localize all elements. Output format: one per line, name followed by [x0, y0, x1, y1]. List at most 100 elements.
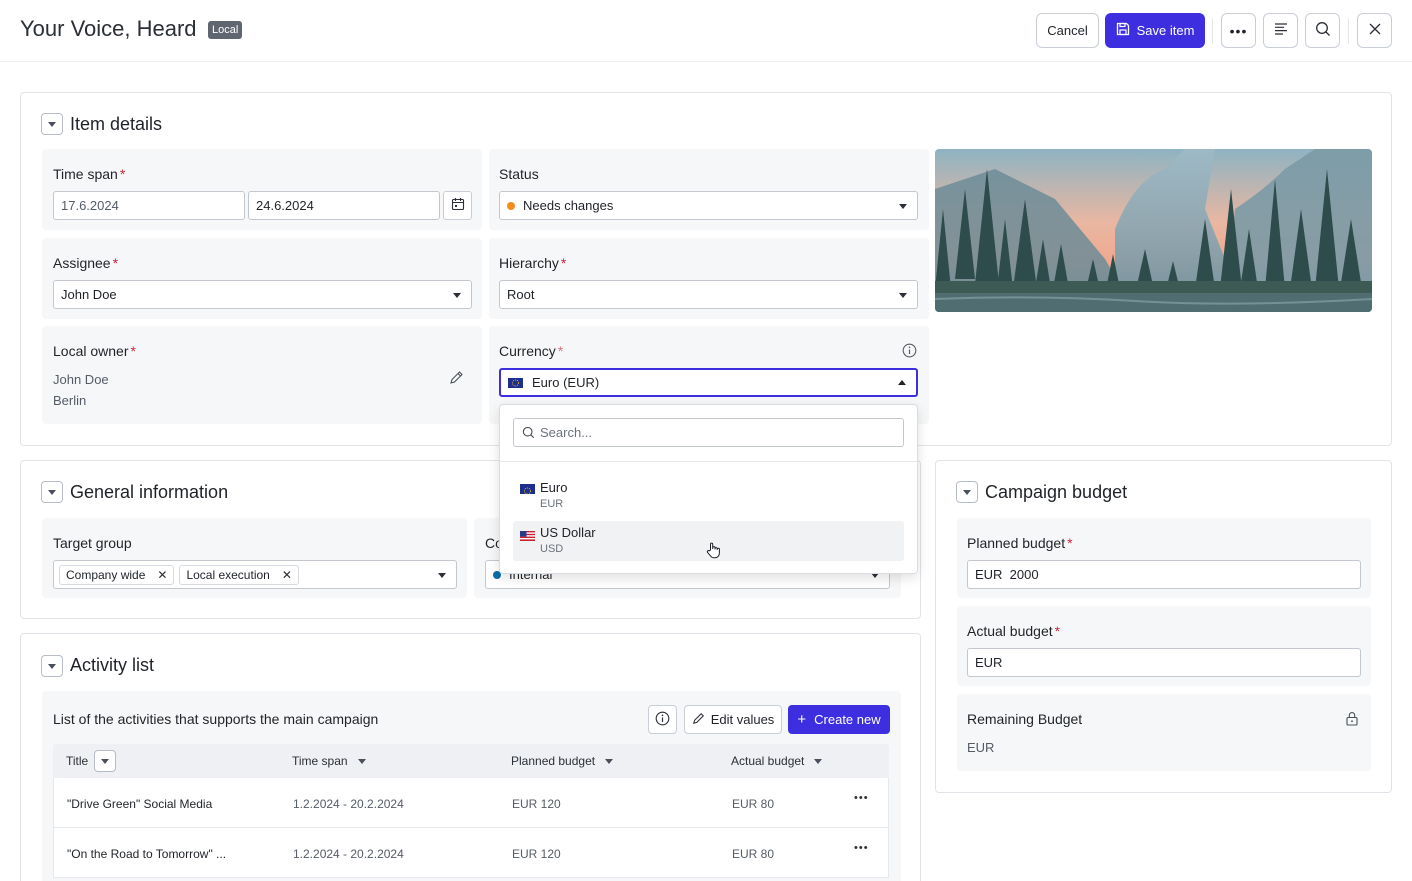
campaign-budget-title: Campaign budget [985, 482, 1128, 502]
remove-tag-icon[interactable]: ✕ [282, 568, 292, 582]
chevron-down-icon [48, 663, 56, 669]
row-title: "On the Road to Tomorrow" ... [67, 847, 227, 861]
more-options-button[interactable]: ••• [1221, 13, 1256, 48]
eu-flag-icon [520, 484, 535, 495]
remaining-budget-label: Remaining Budget [967, 711, 1083, 727]
end-date-value: 24.6.2024 [256, 198, 314, 213]
required-marker: * [557, 343, 564, 359]
start-date-value: 17.6.2024 [61, 198, 119, 213]
chevron-down-icon [899, 293, 907, 298]
close-button[interactable] [1357, 13, 1392, 48]
text-align-icon [1274, 23, 1288, 38]
item-details-toggle[interactable] [41, 113, 63, 135]
local-owner-card: Local owner * John Doe Berlin [42, 326, 482, 424]
assignee-label: Assignee * [53, 255, 119, 271]
calendar-button[interactable] [443, 191, 472, 220]
end-date-input[interactable]: 24.6.2024 [248, 191, 440, 220]
currency-dropdown: Search... Euro EUR US Dollar USD [499, 404, 918, 574]
row-more-button[interactable]: ••• [854, 792, 869, 804]
item-details-title: Item details [70, 114, 163, 134]
column-header-actual-budget[interactable]: Actual budget [731, 754, 823, 768]
status-select[interactable]: Needs changes [499, 191, 918, 220]
currency-label: Currency * [499, 343, 564, 359]
assignee-select[interactable]: John Doe [53, 280, 472, 309]
more-horizontal-icon: ••• [854, 792, 869, 804]
calendar-icon [451, 197, 465, 214]
currency-info-button[interactable] [902, 343, 918, 359]
chevron-down-icon [48, 121, 56, 127]
remaining-budget-value: EUR [967, 740, 995, 755]
row-planned-budget: EUR 120 [512, 797, 561, 811]
required-marker: * [1054, 623, 1061, 639]
target-group-label: Target group [53, 535, 132, 551]
title-column-menu-button[interactable] [94, 750, 116, 772]
row-more-button[interactable]: ••• [854, 842, 869, 854]
row-actual-budget: EUR 80 [732, 797, 775, 811]
chevron-down-icon [101, 758, 109, 764]
remove-tag-icon[interactable]: ✕ [157, 568, 167, 582]
sort-icon [605, 759, 614, 765]
info-icon [902, 343, 917, 361]
local-badge: Local [208, 21, 243, 39]
currency-value: Euro (EUR) [532, 375, 600, 390]
currency-search-placeholder: Search... [540, 425, 593, 440]
status-dot [507, 201, 515, 210]
planned-budget-input[interactable]: EUR 2000 [967, 560, 1361, 589]
target-group-card: Target group Company wide ✕ Local executi… [42, 518, 467, 598]
general-information-toggle[interactable] [41, 481, 63, 503]
column-header-planned-budget[interactable]: Planned budget [511, 754, 614, 768]
search-icon [522, 426, 535, 442]
more-horizontal-icon: ••• [1229, 22, 1248, 39]
cancel-button[interactable]: Cancel [1036, 13, 1099, 48]
option-code: USD [540, 543, 564, 555]
planned-budget-value: EUR 2000 [975, 567, 1039, 582]
status-label: Status [499, 166, 539, 182]
campaign-budget-toggle[interactable] [956, 481, 978, 503]
search-icon [1315, 21, 1331, 40]
tag-local-execution: Local execution ✕ [179, 564, 299, 585]
activity-info-button[interactable] [648, 705, 677, 734]
table-row[interactable]: "On the Road to Tomorrow" ... 1.2.2024 -… [53, 828, 889, 878]
sort-icon [814, 759, 823, 765]
local-owner-city: Berlin [53, 393, 87, 408]
target-group-select[interactable]: Company wide ✕ Local execution ✕ [53, 560, 457, 589]
status-card: Status Needs changes [489, 149, 929, 230]
chevron-down-icon [438, 573, 446, 578]
actual-budget-input[interactable]: EUR [967, 648, 1361, 677]
lock-icon [1345, 711, 1359, 729]
start-date-input[interactable]: 17.6.2024 [53, 191, 245, 220]
edit-values-button[interactable]: Edit values [684, 705, 782, 734]
currency-search-input[interactable]: Search... [513, 418, 904, 447]
required-marker: * [560, 255, 567, 271]
edit-owner-button[interactable] [449, 370, 467, 388]
currency-select[interactable]: Euro (EUR) [499, 368, 918, 397]
us-flag-icon [520, 529, 535, 541]
option-code: EUR [540, 498, 564, 510]
tag-company-wide: Company wide ✕ [59, 564, 175, 585]
item-image [935, 149, 1372, 312]
pencil-icon [692, 712, 705, 728]
actual-budget-value: EUR [975, 655, 1003, 670]
plus-icon: + [797, 711, 807, 728]
currency-option-euro[interactable]: Euro EUR [513, 476, 904, 516]
column-time-span-label: Time span [292, 754, 348, 768]
header-divider [1348, 18, 1349, 44]
column-title-label: Title [66, 754, 89, 768]
row-time-span: 1.2.2024 - 20.2.2024 [293, 797, 404, 811]
create-new-button[interactable]: + Create new [788, 705, 890, 734]
column-header-title[interactable]: Title [66, 754, 88, 768]
column-header-time-span[interactable]: Time span [292, 754, 366, 768]
activity-list-toggle[interactable] [41, 655, 63, 677]
hierarchy-select[interactable]: Root [499, 280, 918, 309]
hierarchy-card: Hierarchy * Root [489, 238, 929, 319]
table-row[interactable]: "Drive Green" Social Media 1.2.2024 - 20… [53, 778, 889, 828]
hierarchy-label: Hierarchy * [499, 255, 567, 271]
required-marker: * [130, 343, 136, 359]
row-planned-budget: EUR 120 [512, 847, 561, 861]
search-button[interactable] [1305, 13, 1340, 48]
text-align-button[interactable] [1263, 13, 1298, 48]
save-item-button[interactable]: Save item [1105, 13, 1205, 48]
column-planned-label: Planned budget [511, 754, 596, 768]
close-icon [1369, 23, 1381, 38]
hand-cursor-icon [706, 542, 720, 562]
